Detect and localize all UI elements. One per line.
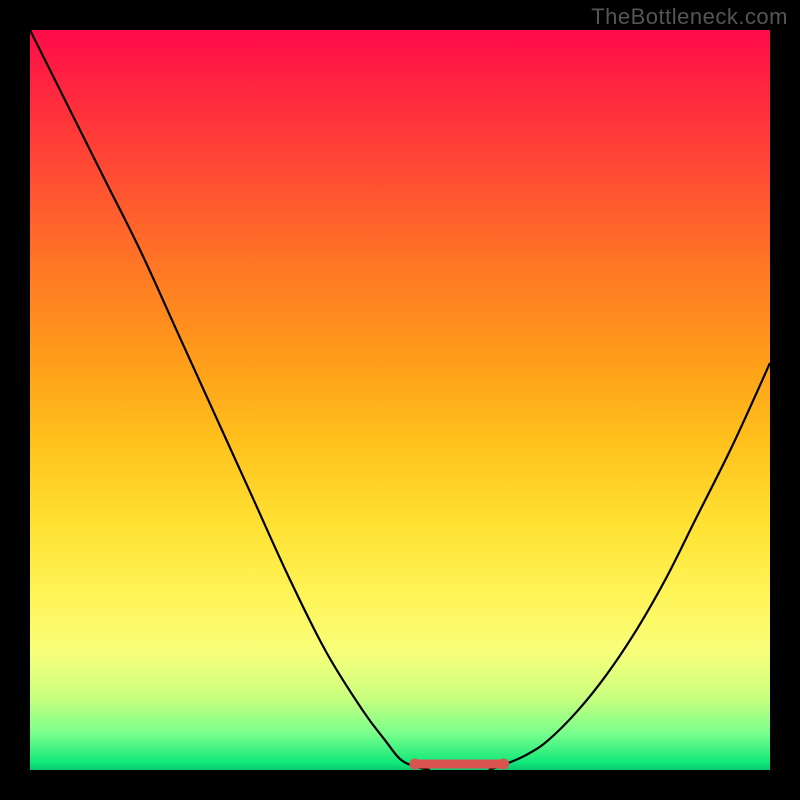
watermark-text: TheBottleneck.com: [591, 4, 788, 30]
right-curve-line: [489, 363, 770, 770]
optimum-end-right: [498, 759, 509, 770]
chart-svg: [30, 30, 770, 770]
chart-frame: TheBottleneck.com: [0, 0, 800, 800]
plot-area: [30, 30, 770, 770]
optimum-end-left: [409, 759, 420, 770]
left-curve-line: [30, 30, 430, 770]
